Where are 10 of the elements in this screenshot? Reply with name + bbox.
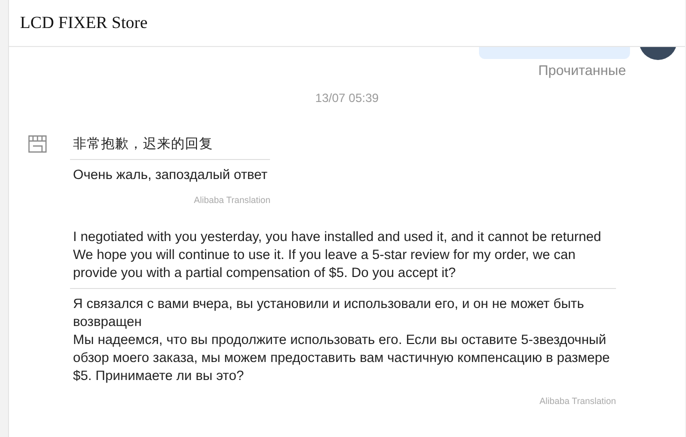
- translation-credit: Alibaba Translation: [194, 195, 270, 205]
- translated-text: Очень жаль, запоздалый ответ: [72, 166, 268, 184]
- translated-text: Я связался с вами вчера, вы установили и использовали его, и он не может быть возвращен Мы надеемся, что вы продолжите использовать его. Если вы оставите 5-звездочный обзор моего заказа, мы можем предоставить вам частичную компенсацию в размере $5. Принимаете ли вы это?: [72, 295, 611, 385]
- message-text: 非常抱歉，迟来的回复: [70, 135, 270, 160]
- window-title: LCD FIXER Store: [20, 13, 148, 33]
- read-status: Прочитанные: [538, 62, 626, 78]
- timestamp: 13/07 05:39: [315, 91, 379, 105]
- translation-credit: Alibaba Translation: [539, 396, 616, 406]
- store-icon: [28, 135, 47, 153]
- message-text: I negotiated with you yesterday, you have installed and used it, and it cannot be returned We hope you will continue to use it. If you leave a 5-star review for my order, we can provide you with a partial compensation of $5. Do you accept it?: [70, 228, 616, 289]
